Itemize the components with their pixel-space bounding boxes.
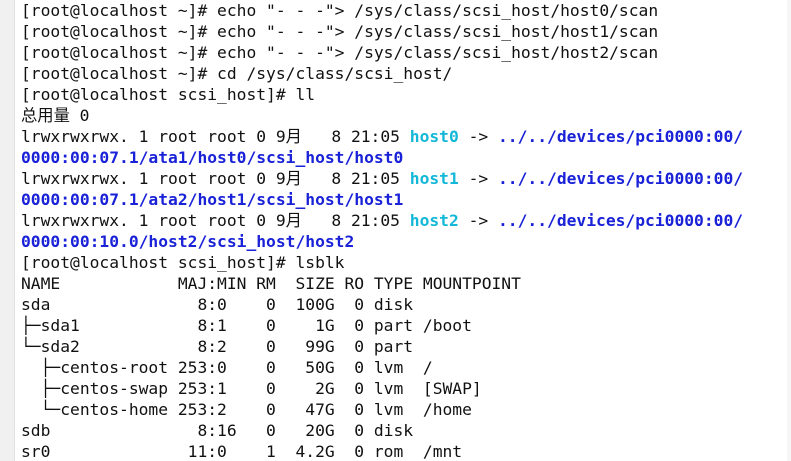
line-text: ├─sda1 8:1 0 1G 0 part /boot — [21, 316, 472, 335]
line-text: [root@localhost scsi_host]# lsblk — [21, 253, 345, 272]
line-text: [root@localhost ~]# cd /sys/class/scsi_h… — [21, 64, 453, 83]
line-text: [root@localhost ~]# echo "- - -"> /sys/c… — [21, 1, 659, 20]
line-text: └─centos-home 253:2 0 47G 0 lvm /home — [21, 400, 472, 419]
terminal-window[interactable]: [root@localhost ~]# echo "- - -"> /sys/c… — [0, 0, 791, 461]
terminal-line: sdb 8:16 0 20G 0 disk — [21, 420, 791, 441]
line-text: NAME MAJ:MIN RM SIZE RO TYPE MOUNTPOINT — [21, 274, 521, 293]
terminal-line: [root@localhost scsi_host]# lsblk — [21, 252, 791, 273]
line-text: 总用量 0 — [21, 106, 90, 125]
line-text: -> — [458, 211, 498, 230]
terminal-line: NAME MAJ:MIN RM SIZE RO TYPE MOUNTPOINT — [21, 273, 791, 294]
line-text: sr0 11:0 1 4.2G 0 rom /mnt — [21, 442, 463, 461]
symlink-target: ../../devices/pci0000:00/ — [498, 211, 744, 230]
line-text: sda 8:0 0 100G 0 disk — [21, 295, 414, 314]
line-text: ├─centos-root 253:0 0 50G 0 lvm / — [21, 358, 433, 377]
terminal-gutter — [0, 0, 15, 461]
line-text: lrwxrwxrwx. 1 root root 0 9月 8 21:05 — [21, 127, 410, 146]
line-text: sdb 8:16 0 20G 0 disk — [21, 421, 414, 440]
line-text: lrwxrwxrwx. 1 root root 0 9月 8 21:05 — [21, 211, 410, 230]
terminal-line: └─centos-home 253:2 0 47G 0 lvm /home — [21, 399, 791, 420]
terminal-scrollbar[interactable] — [787, 0, 791, 461]
line-text: lrwxrwxrwx. 1 root root 0 9月 8 21:05 — [21, 169, 410, 188]
symlink-name: host1 — [409, 169, 459, 188]
terminal-line: ├─centos-swap 253:1 0 2G 0 lvm [SWAP] — [21, 378, 791, 399]
line-text: └─sda2 8:2 0 99G 0 part — [21, 337, 414, 356]
line-text: -> — [458, 169, 498, 188]
terminal-line: [root@localhost ~]# echo "- - -"> /sys/c… — [21, 42, 791, 63]
terminal-line: 0000:00:10.0/host2/scsi_host/host2 — [21, 231, 791, 252]
symlink-name: host2 — [409, 211, 459, 230]
terminal-line: lrwxrwxrwx. 1 root root 0 9月 8 21:05 hos… — [21, 126, 791, 147]
symlink-target: ../../devices/pci0000:00/ — [498, 169, 744, 188]
symlink-target: ../../devices/pci0000:00/ — [498, 127, 744, 146]
terminal-line: [root@localhost ~]# echo "- - -"> /sys/c… — [21, 21, 791, 42]
symlink-target: 0000:00:10.0/host2/scsi_host/host2 — [21, 232, 355, 251]
symlink-name: host0 — [409, 127, 459, 146]
terminal-line: ├─centos-root 253:0 0 50G 0 lvm / — [21, 357, 791, 378]
line-text: [root@localhost ~]# echo "- - -"> /sys/c… — [21, 43, 659, 62]
terminal-line: 0000:00:07.1/ata1/host0/scsi_host/host0 — [21, 147, 791, 168]
line-text: ├─centos-swap 253:1 0 2G 0 lvm [SWAP] — [21, 379, 482, 398]
symlink-target: 0000:00:07.1/ata2/host1/scsi_host/host1 — [21, 190, 404, 209]
terminal-line: 总用量 0 — [21, 105, 791, 126]
line-text: -> — [458, 127, 498, 146]
terminal-line: ├─sda1 8:1 0 1G 0 part /boot — [21, 315, 791, 336]
terminal-line: lrwxrwxrwx. 1 root root 0 9月 8 21:05 hos… — [21, 210, 791, 231]
line-text: [root@localhost ~]# echo "- - -"> /sys/c… — [21, 22, 659, 41]
symlink-target: 0000:00:07.1/ata1/host0/scsi_host/host0 — [21, 148, 404, 167]
line-text: [root@localhost scsi_host]# ll — [21, 85, 316, 104]
terminal-line: [root@localhost scsi_host]# ll — [21, 84, 791, 105]
terminal-line: [root@localhost ~]# echo "- - -"> /sys/c… — [21, 0, 791, 21]
terminal-output[interactable]: [root@localhost ~]# echo "- - -"> /sys/c… — [21, 0, 791, 461]
terminal-line: lrwxrwxrwx. 1 root root 0 9月 8 21:05 hos… — [21, 168, 791, 189]
terminal-line: └─sda2 8:2 0 99G 0 part — [21, 336, 791, 357]
terminal-line: [root@localhost ~]# cd /sys/class/scsi_h… — [21, 63, 791, 84]
terminal-line: sr0 11:0 1 4.2G 0 rom /mnt — [21, 441, 791, 461]
terminal-line: 0000:00:07.1/ata2/host1/scsi_host/host1 — [21, 189, 791, 210]
terminal-line: sda 8:0 0 100G 0 disk — [21, 294, 791, 315]
